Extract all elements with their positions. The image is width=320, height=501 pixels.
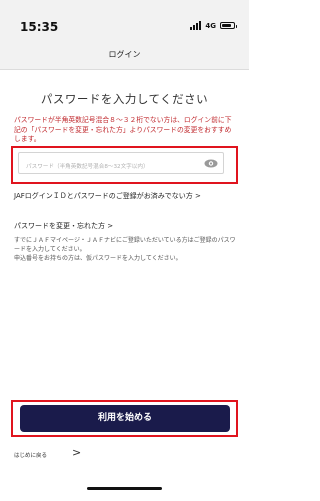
status-time: 15:35 <box>20 20 59 34</box>
signal-icon <box>190 21 202 30</box>
eye-icon[interactable] <box>204 159 218 168</box>
change-password-link[interactable]: パスワードを変更・忘れた方 > <box>14 221 113 231</box>
password-heading: パスワードを入力してください <box>40 92 209 106</box>
page-title: ログイン <box>108 50 141 59</box>
nav-bar: ログイン <box>0 40 249 70</box>
battery-icon <box>220 22 237 29</box>
status-bar: 15:35 4G <box>0 0 249 40</box>
login-form: パスワードを入力してください パスワードが半角英数記号混合８～３２桁でない方は、… <box>0 71 249 501</box>
network-label: 4G <box>205 21 216 30</box>
chevron-right-icon[interactable]: > <box>72 446 81 459</box>
register-info-link[interactable]: JAFログインＩＤとパスワードのご登録がお済みでない方 > <box>14 191 240 201</box>
password-field[interactable] <box>18 152 224 177</box>
password-input[interactable] <box>19 157 199 177</box>
password-notice: パスワードが半角英数記号混合８～３２桁でない方は、ログイン前に下記の「パスワード… <box>14 116 232 143</box>
home-indicator <box>87 487 162 490</box>
back-to-start-link[interactable]: はじめに戻る <box>14 451 47 459</box>
status-indicators: 4G <box>190 21 237 30</box>
start-button[interactable]: 利用を始める <box>20 405 230 432</box>
password-help-text: すでにＪＡＦマイページ・ＪＡＦナビにご登録いただいている方はご登録のパスワードを… <box>14 237 236 262</box>
